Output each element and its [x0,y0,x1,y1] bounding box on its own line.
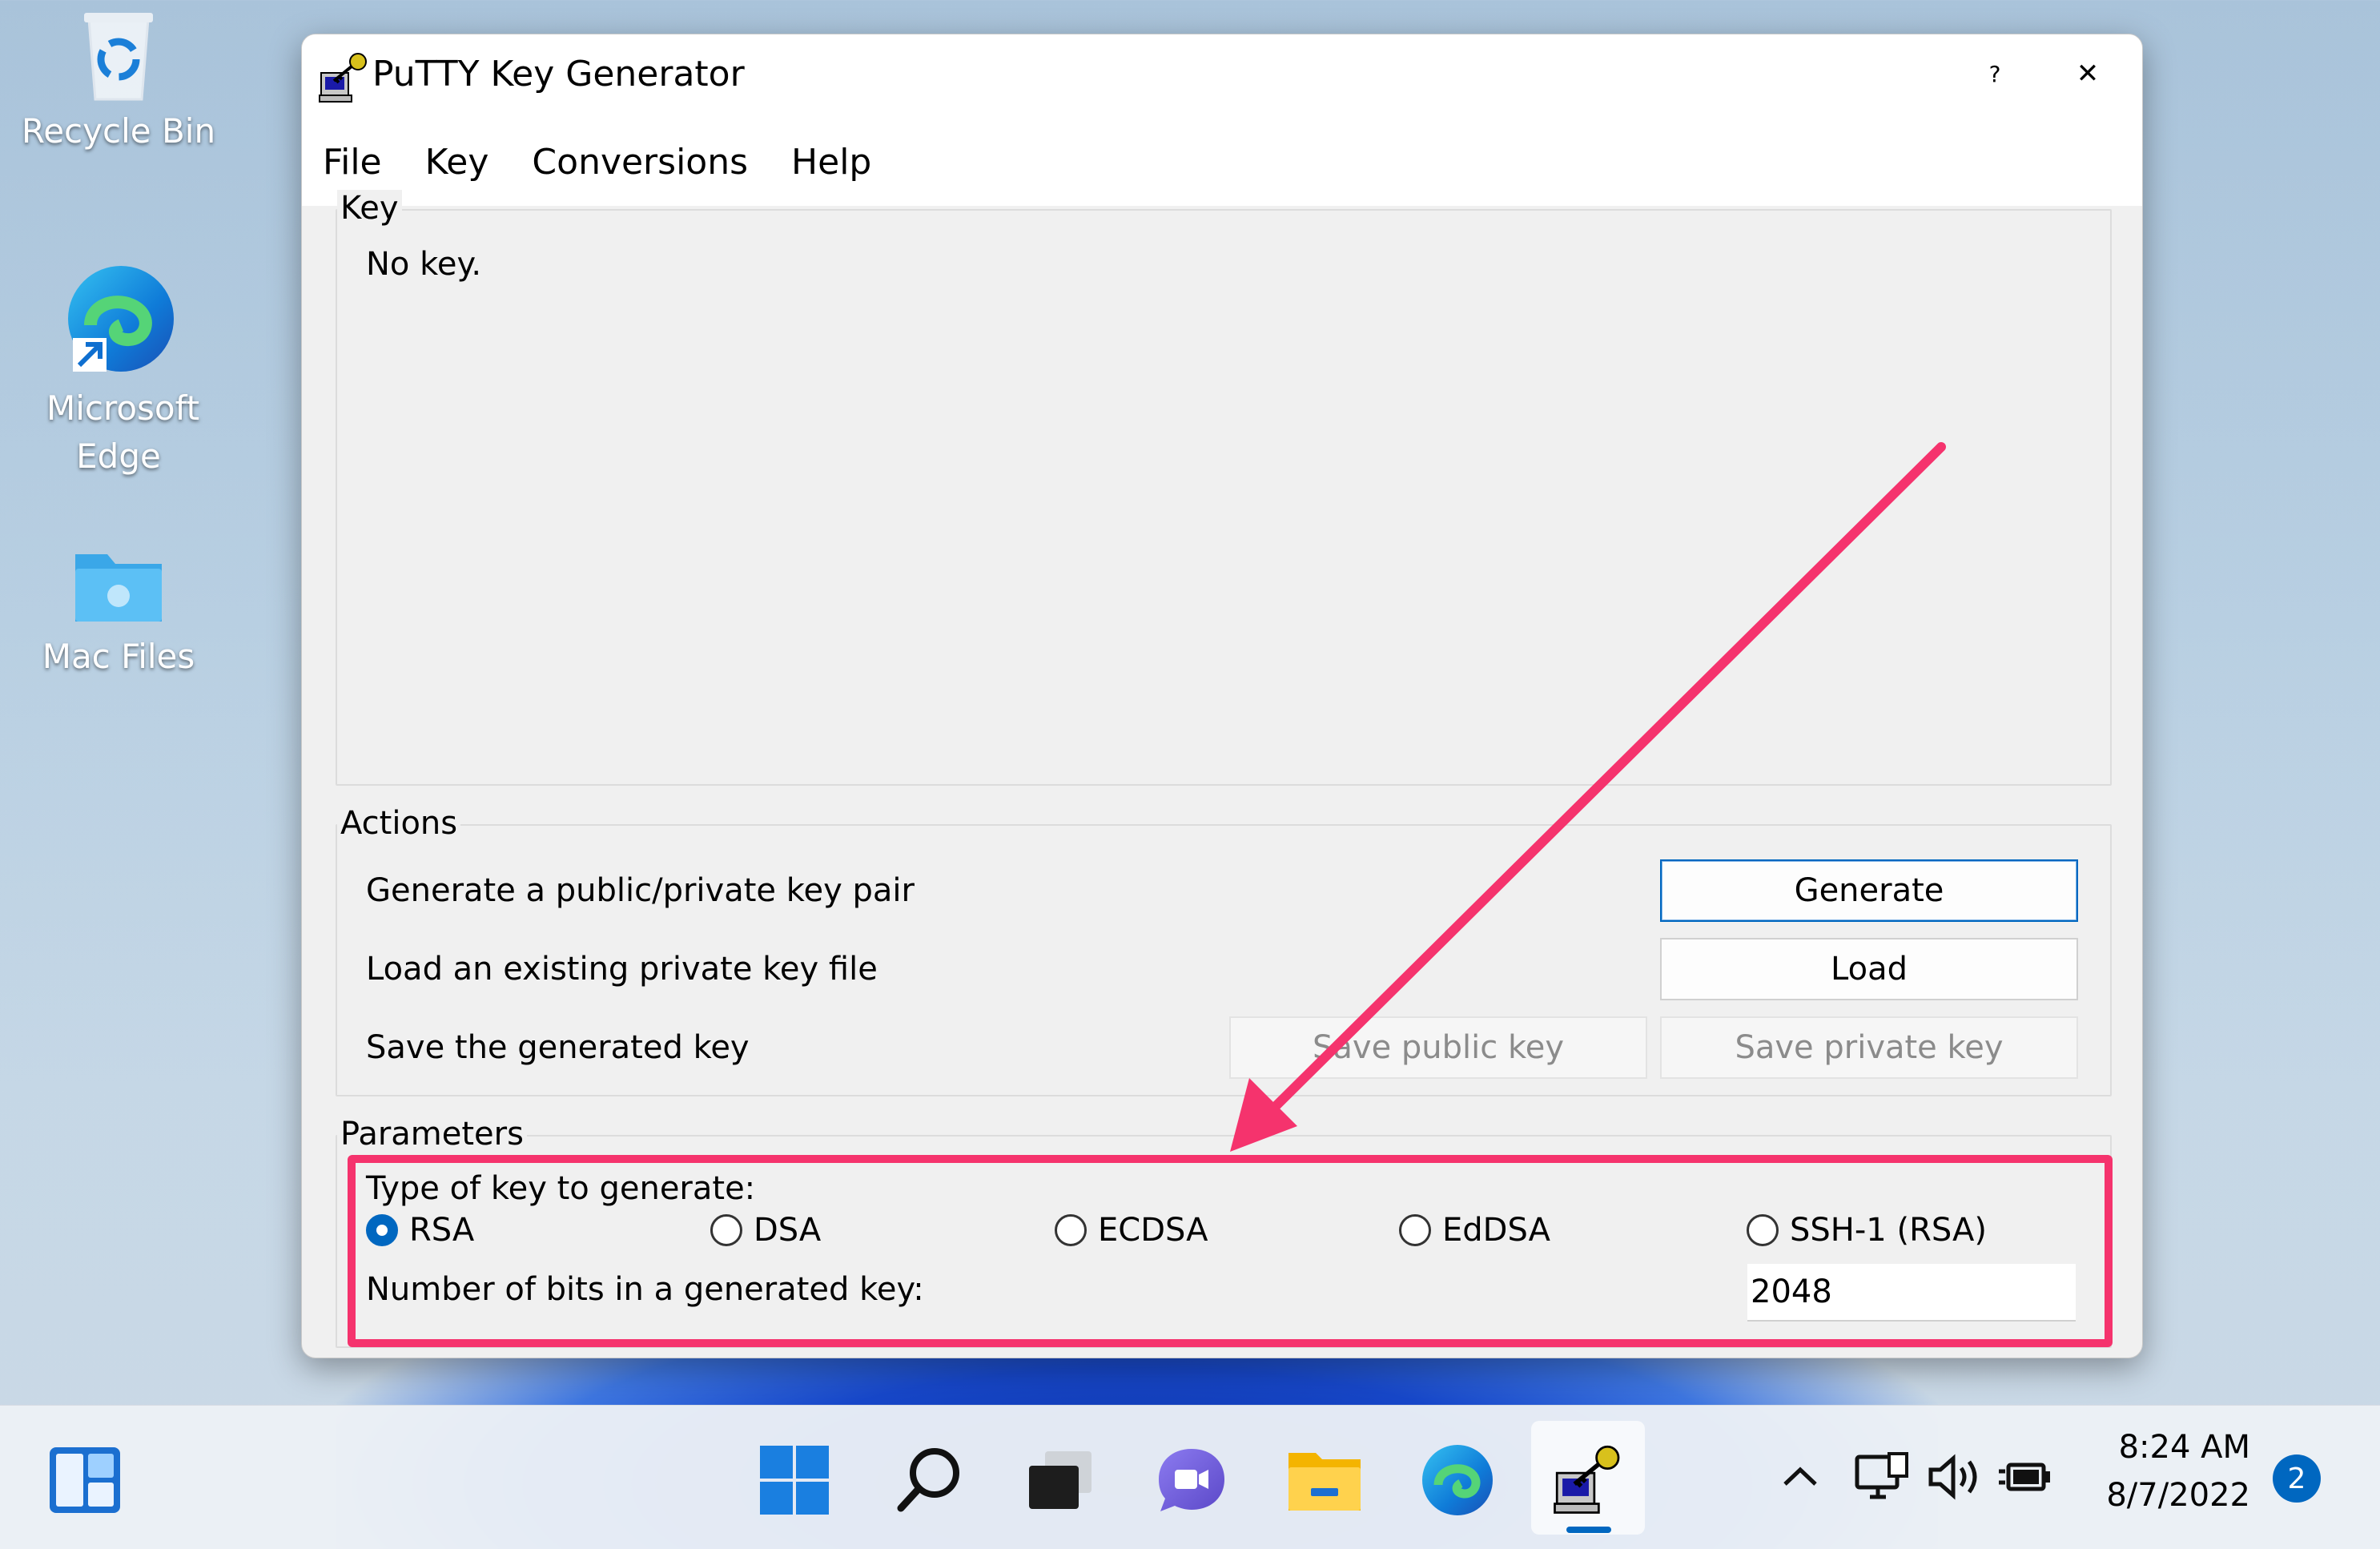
battery-icon[interactable] [1988,1438,2064,1515]
search-icon[interactable] [890,1442,967,1519]
clock-date[interactable]: 8/7/2022 [2066,1477,2250,1514]
network-icon[interactable] [1843,1438,1920,1515]
puttygen-icon[interactable] [1550,1440,1627,1517]
widgets-icon[interactable] [46,1442,123,1519]
file-explorer-icon[interactable] [1286,1442,1363,1519]
chevron-up-icon[interactable] [1762,1438,1839,1515]
chat-icon[interactable] [1153,1442,1230,1519]
active-app-indicator [1566,1527,1611,1533]
clock-time[interactable]: 8:24 AM [2082,1429,2250,1466]
notification-badge[interactable]: 2 [2273,1454,2321,1503]
start-icon[interactable] [756,1442,833,1519]
annotation-arrow [1230,442,1946,1152]
task-view-icon[interactable] [1022,1442,1099,1519]
edge-icon[interactable] [1419,1442,1496,1519]
volume-icon[interactable] [1916,1438,1992,1515]
